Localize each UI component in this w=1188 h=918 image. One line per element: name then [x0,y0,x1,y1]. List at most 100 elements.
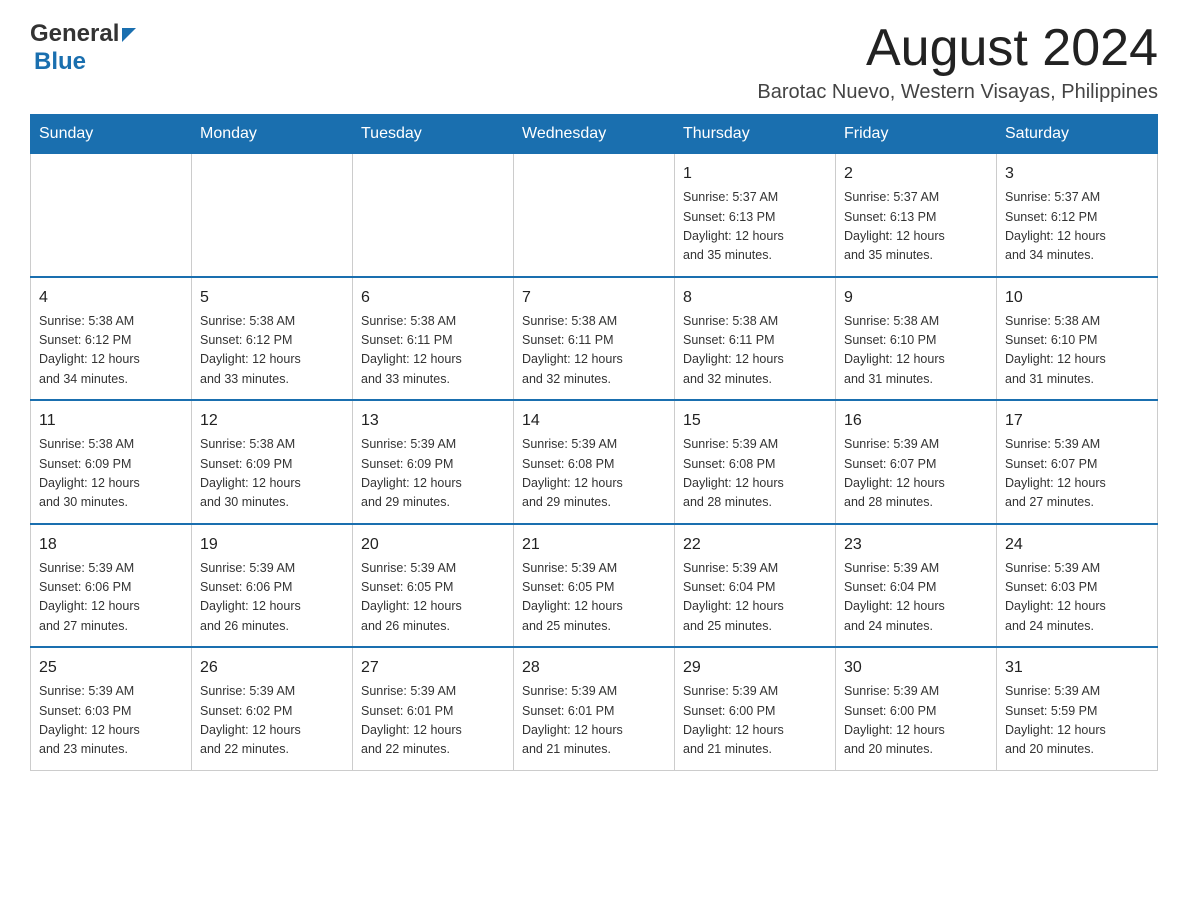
day-info: Sunrise: 5:39 AMSunset: 6:01 PMDaylight:… [361,682,505,760]
day-number: 4 [39,286,183,310]
calendar-cell [192,154,353,277]
location-text: Barotac Nuevo, Western Visayas, Philippi… [757,81,1158,104]
calendar-week-row: 25Sunrise: 5:39 AMSunset: 6:03 PMDayligh… [31,647,1158,770]
day-number: 13 [361,409,505,433]
day-number: 6 [361,286,505,310]
day-info: Sunrise: 5:39 AMSunset: 6:04 PMDaylight:… [683,559,827,637]
day-info: Sunrise: 5:39 AMSunset: 6:07 PMDaylight:… [844,435,988,513]
day-info: Sunrise: 5:38 AMSunset: 6:10 PMDaylight:… [1005,312,1149,390]
calendar-cell: 9Sunrise: 5:38 AMSunset: 6:10 PMDaylight… [836,277,997,401]
day-info: Sunrise: 5:39 AMSunset: 6:09 PMDaylight:… [361,435,505,513]
calendar-header-row: SundayMondayTuesdayWednesdayThursdayFrid… [31,115,1158,154]
day-info: Sunrise: 5:38 AMSunset: 6:11 PMDaylight:… [361,312,505,390]
logo-blue-text: Blue [34,48,86,75]
day-number: 24 [1005,533,1149,557]
calendar-cell: 14Sunrise: 5:39 AMSunset: 6:08 PMDayligh… [514,400,675,524]
calendar-cell: 28Sunrise: 5:39 AMSunset: 6:01 PMDayligh… [514,647,675,770]
day-info: Sunrise: 5:37 AMSunset: 6:13 PMDaylight:… [844,188,988,266]
day-number: 10 [1005,286,1149,310]
calendar-cell: 1Sunrise: 5:37 AMSunset: 6:13 PMDaylight… [675,154,836,277]
day-number: 11 [39,409,183,433]
calendar-cell: 22Sunrise: 5:39 AMSunset: 6:04 PMDayligh… [675,524,836,648]
day-number: 3 [1005,162,1149,186]
day-number: 2 [844,162,988,186]
day-info: Sunrise: 5:38 AMSunset: 6:11 PMDaylight:… [683,312,827,390]
day-info: Sunrise: 5:38 AMSunset: 6:10 PMDaylight:… [844,312,988,390]
day-number: 21 [522,533,666,557]
day-info: Sunrise: 5:39 AMSunset: 5:59 PMDaylight:… [1005,682,1149,760]
day-info: Sunrise: 5:39 AMSunset: 6:08 PMDaylight:… [683,435,827,513]
day-info: Sunrise: 5:37 AMSunset: 6:12 PMDaylight:… [1005,188,1149,266]
day-info: Sunrise: 5:39 AMSunset: 6:02 PMDaylight:… [200,682,344,760]
calendar-cell: 7Sunrise: 5:38 AMSunset: 6:11 PMDaylight… [514,277,675,401]
calendar-cell: 2Sunrise: 5:37 AMSunset: 6:13 PMDaylight… [836,154,997,277]
calendar-week-row: 4Sunrise: 5:38 AMSunset: 6:12 PMDaylight… [31,277,1158,401]
calendar-cell: 25Sunrise: 5:39 AMSunset: 6:03 PMDayligh… [31,647,192,770]
day-number: 8 [683,286,827,310]
day-info: Sunrise: 5:39 AMSunset: 6:06 PMDaylight:… [200,559,344,637]
calendar-cell: 4Sunrise: 5:38 AMSunset: 6:12 PMDaylight… [31,277,192,401]
calendar-table: SundayMondayTuesdayWednesdayThursdayFrid… [30,114,1158,771]
day-number: 1 [683,162,827,186]
day-info: Sunrise: 5:39 AMSunset: 6:05 PMDaylight:… [522,559,666,637]
calendar-cell: 15Sunrise: 5:39 AMSunset: 6:08 PMDayligh… [675,400,836,524]
day-info: Sunrise: 5:39 AMSunset: 6:04 PMDaylight:… [844,559,988,637]
day-header-sunday: Sunday [31,115,192,154]
calendar-cell: 12Sunrise: 5:38 AMSunset: 6:09 PMDayligh… [192,400,353,524]
calendar-cell: 6Sunrise: 5:38 AMSunset: 6:11 PMDaylight… [353,277,514,401]
day-number: 15 [683,409,827,433]
day-number: 28 [522,656,666,680]
calendar-cell: 29Sunrise: 5:39 AMSunset: 6:00 PMDayligh… [675,647,836,770]
calendar-cell: 27Sunrise: 5:39 AMSunset: 6:01 PMDayligh… [353,647,514,770]
calendar-cell: 26Sunrise: 5:39 AMSunset: 6:02 PMDayligh… [192,647,353,770]
calendar-week-row: 18Sunrise: 5:39 AMSunset: 6:06 PMDayligh… [31,524,1158,648]
calendar-cell [514,154,675,277]
calendar-cell [353,154,514,277]
calendar-cell: 21Sunrise: 5:39 AMSunset: 6:05 PMDayligh… [514,524,675,648]
calendar-cell [31,154,192,277]
calendar-cell: 5Sunrise: 5:38 AMSunset: 6:12 PMDaylight… [192,277,353,401]
day-number: 9 [844,286,988,310]
logo-triangle-icon [122,28,136,42]
day-header-tuesday: Tuesday [353,115,514,154]
day-number: 30 [844,656,988,680]
day-info: Sunrise: 5:38 AMSunset: 6:12 PMDaylight:… [200,312,344,390]
calendar-cell: 16Sunrise: 5:39 AMSunset: 6:07 PMDayligh… [836,400,997,524]
day-number: 19 [200,533,344,557]
day-number: 18 [39,533,183,557]
calendar-week-row: 1Sunrise: 5:37 AMSunset: 6:13 PMDaylight… [31,154,1158,277]
day-number: 22 [683,533,827,557]
day-info: Sunrise: 5:39 AMSunset: 6:03 PMDaylight:… [39,682,183,760]
calendar-cell: 31Sunrise: 5:39 AMSunset: 5:59 PMDayligh… [997,647,1158,770]
day-number: 23 [844,533,988,557]
day-info: Sunrise: 5:39 AMSunset: 6:08 PMDaylight:… [522,435,666,513]
calendar-cell: 13Sunrise: 5:39 AMSunset: 6:09 PMDayligh… [353,400,514,524]
day-info: Sunrise: 5:39 AMSunset: 6:01 PMDaylight:… [522,682,666,760]
day-header-saturday: Saturday [997,115,1158,154]
calendar-cell: 10Sunrise: 5:38 AMSunset: 6:10 PMDayligh… [997,277,1158,401]
day-number: 17 [1005,409,1149,433]
calendar-cell: 17Sunrise: 5:39 AMSunset: 6:07 PMDayligh… [997,400,1158,524]
logo: General Blue [30,20,136,76]
day-number: 14 [522,409,666,433]
day-number: 20 [361,533,505,557]
day-number: 29 [683,656,827,680]
day-info: Sunrise: 5:39 AMSunset: 6:03 PMDaylight:… [1005,559,1149,637]
day-info: Sunrise: 5:38 AMSunset: 6:09 PMDaylight:… [200,435,344,513]
day-info: Sunrise: 5:39 AMSunset: 6:05 PMDaylight:… [361,559,505,637]
page-header: General Blue August 2024 Barotac Nuevo, … [30,20,1158,104]
day-info: Sunrise: 5:38 AMSunset: 6:09 PMDaylight:… [39,435,183,513]
day-info: Sunrise: 5:39 AMSunset: 6:06 PMDaylight:… [39,559,183,637]
calendar-cell: 23Sunrise: 5:39 AMSunset: 6:04 PMDayligh… [836,524,997,648]
day-number: 5 [200,286,344,310]
day-header-thursday: Thursday [675,115,836,154]
day-number: 26 [200,656,344,680]
calendar-cell: 11Sunrise: 5:38 AMSunset: 6:09 PMDayligh… [31,400,192,524]
calendar-cell: 19Sunrise: 5:39 AMSunset: 6:06 PMDayligh… [192,524,353,648]
calendar-cell: 8Sunrise: 5:38 AMSunset: 6:11 PMDaylight… [675,277,836,401]
day-info: Sunrise: 5:38 AMSunset: 6:11 PMDaylight:… [522,312,666,390]
day-info: Sunrise: 5:39 AMSunset: 6:07 PMDaylight:… [1005,435,1149,513]
day-info: Sunrise: 5:37 AMSunset: 6:13 PMDaylight:… [683,188,827,266]
day-info: Sunrise: 5:38 AMSunset: 6:12 PMDaylight:… [39,312,183,390]
logo-general-text: General [30,20,119,48]
